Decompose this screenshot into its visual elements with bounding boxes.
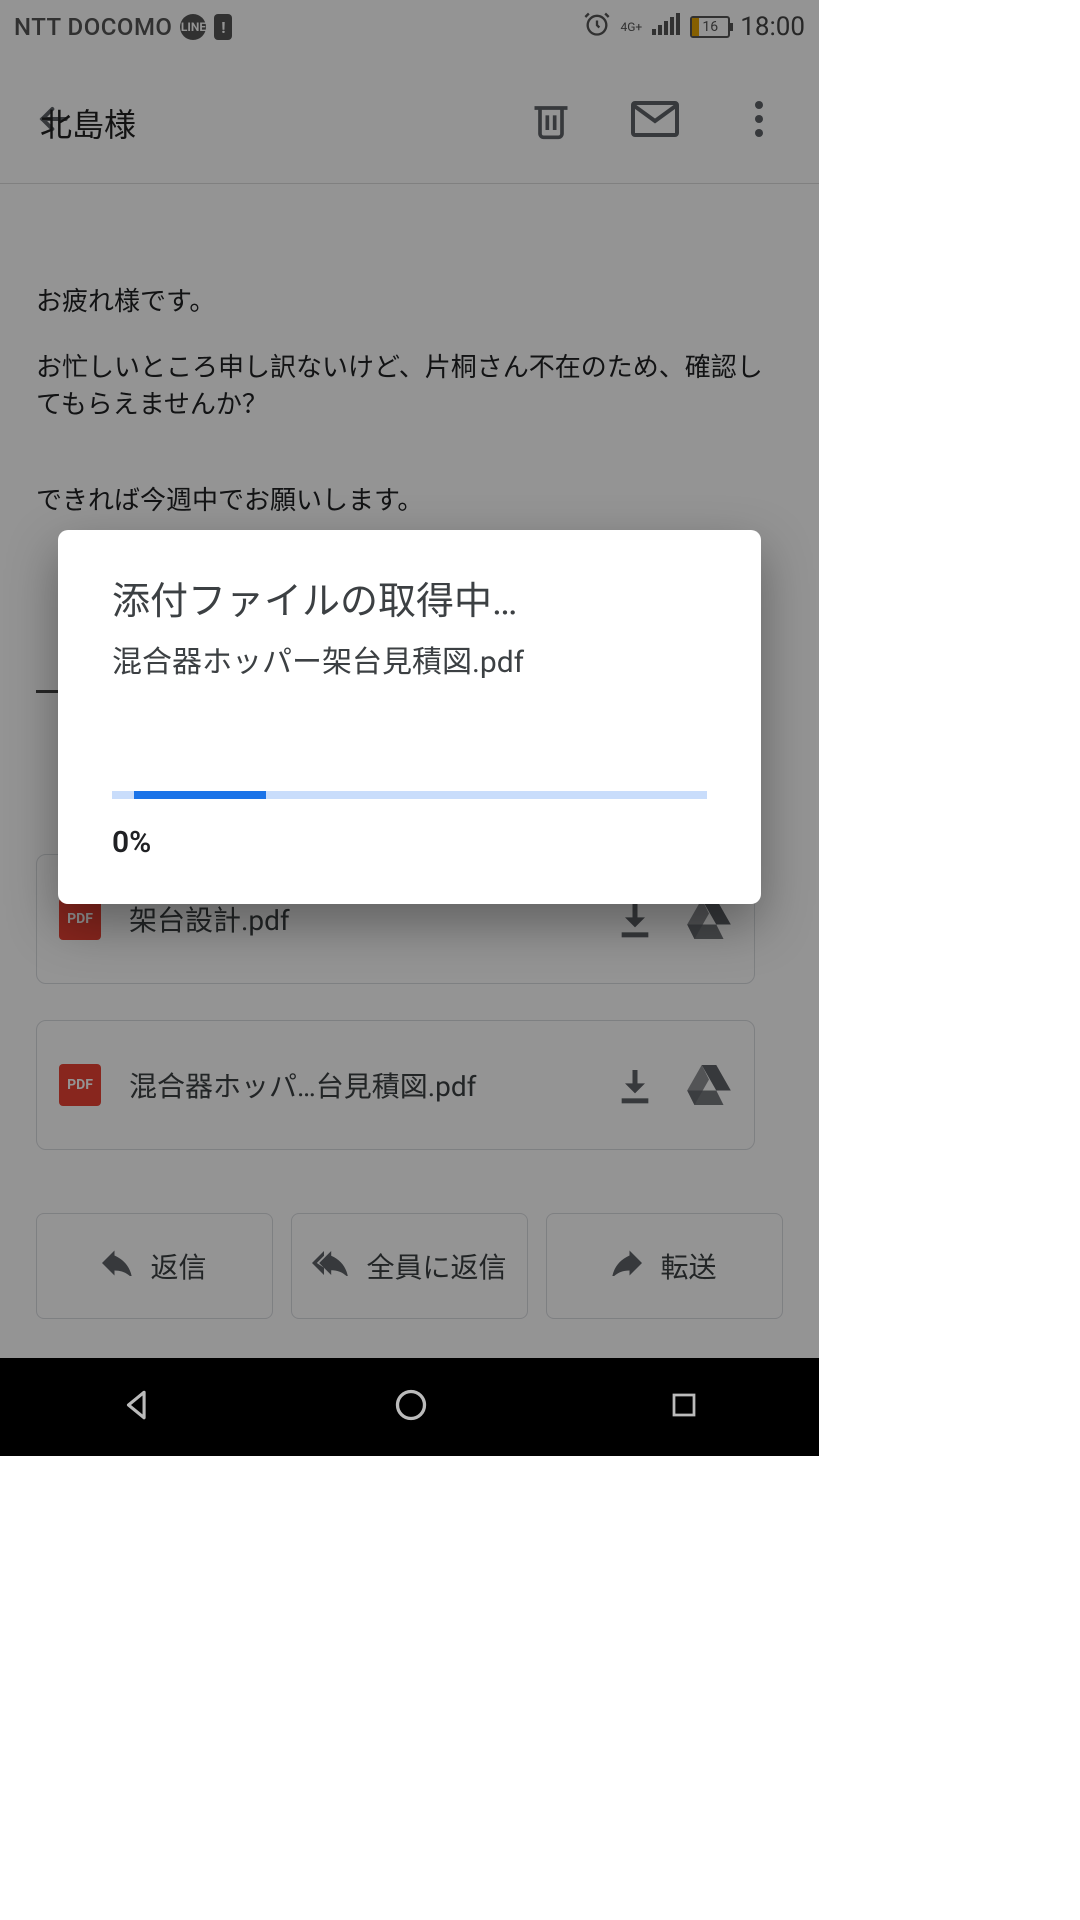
progress-bar-track [112,791,707,799]
progress-bar-fill [134,791,266,799]
nav-recents-button[interactable] [669,1390,699,1424]
nav-home-button[interactable] [393,1387,429,1427]
dialog-filename: 混合器ホッパー架台見積図.pdf [112,637,707,681]
download-progress-dialog: 添付ファイルの取得中… 混合器ホッパー架台見積図.pdf 0% [58,530,761,904]
progress-percent: 0% [112,825,707,860]
system-nav-bar [0,1358,819,1456]
nav-back-button[interactable] [120,1388,154,1426]
dialog-title: 添付ファイルの取得中… [112,570,707,625]
